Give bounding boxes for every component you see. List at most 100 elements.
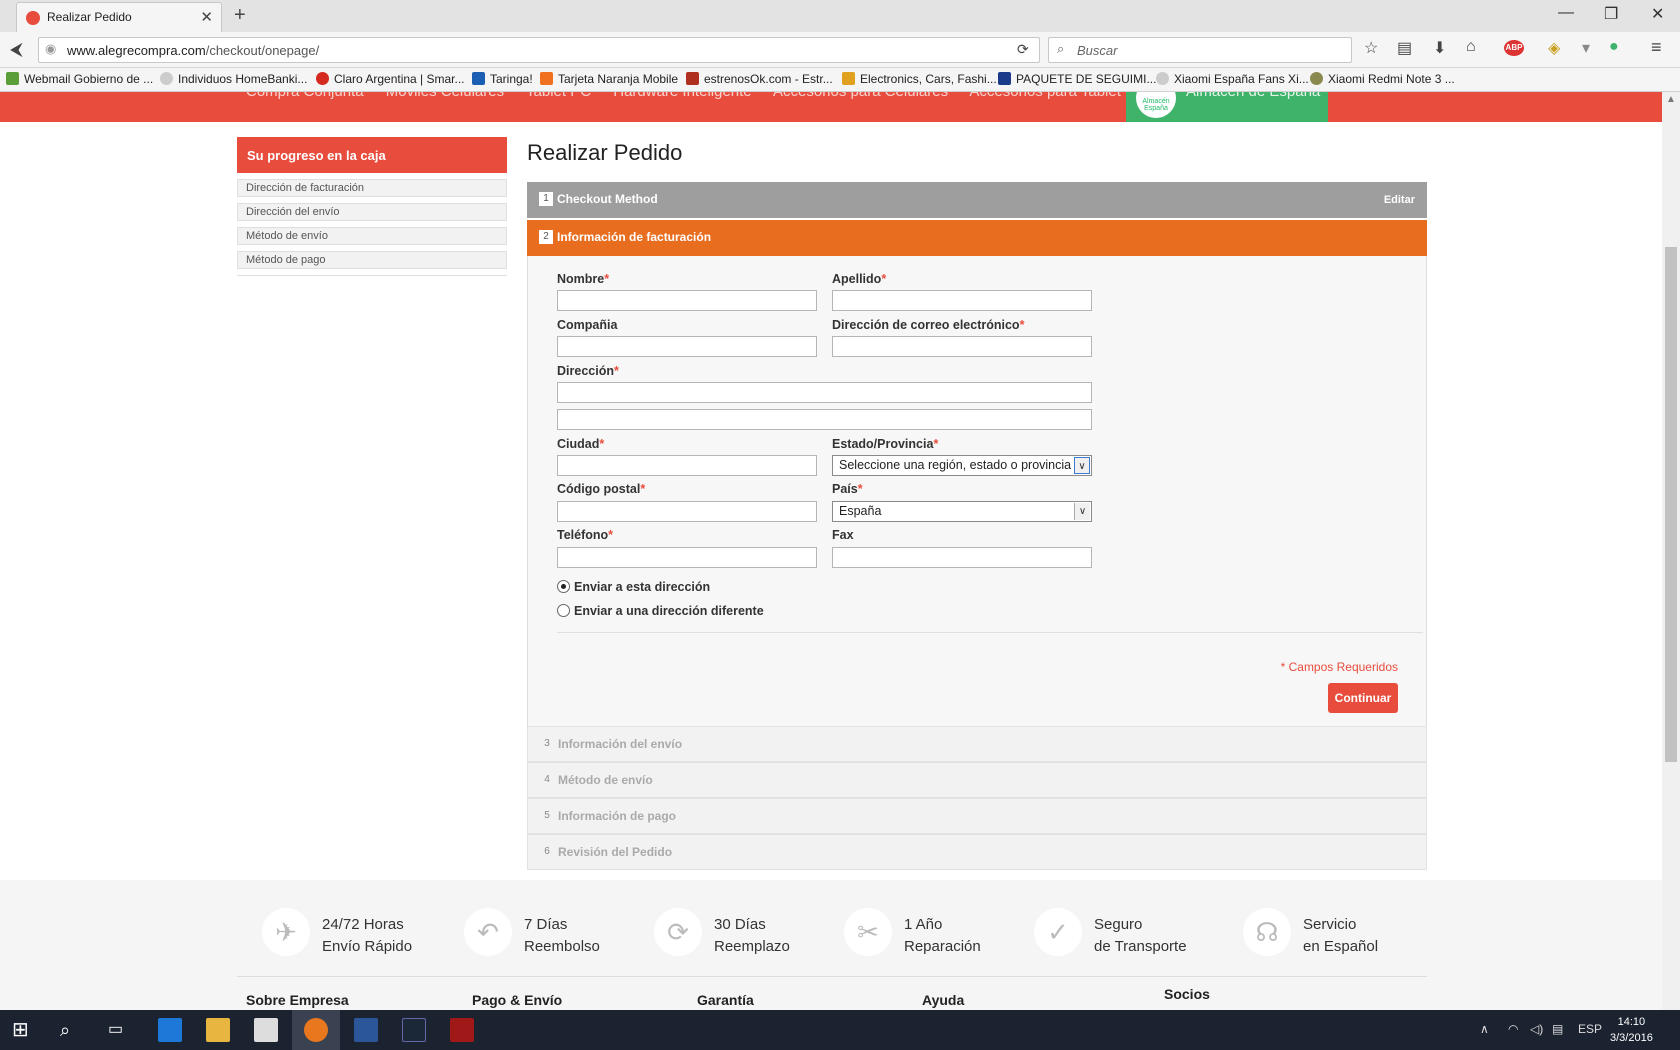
search-icon: ⌕ (1057, 41, 1065, 56)
radio-unselected[interactable] (557, 604, 570, 617)
file-explorer-icon[interactable] (206, 1018, 230, 1042)
bookmark-item[interactable]: Webmail Gobierno de ... (6, 72, 153, 86)
street-line1-input[interactable] (557, 382, 1092, 403)
region-select[interactable]: Seleccione una región, estado o provinci… (832, 455, 1092, 476)
reading-list-icon[interactable]: ▤ (1397, 38, 1412, 58)
notifications-icon[interactable]: ▤ (1552, 1022, 1563, 1036)
ship-same-address-option[interactable]: Enviar a esta dirección (557, 580, 710, 594)
browser-tab-active[interactable]: Realizar Pedido ✕ (16, 2, 222, 32)
field-label: Teléfono* (557, 528, 614, 542)
search-bar[interactable]: ⌕ Buscar (1048, 37, 1352, 63)
bookmark-item[interactable]: Tarjeta Naranja Mobile (540, 72, 678, 86)
firefox-icon[interactable] (304, 1018, 328, 1042)
home-icon[interactable]: ⌂ (1466, 38, 1476, 56)
progress-item: Método de pago (237, 251, 507, 269)
phone-input[interactable] (557, 547, 817, 568)
field-label: Ciudad* (557, 437, 605, 451)
postal-code-input[interactable] (557, 501, 817, 522)
extension-icon[interactable]: ◈ (1548, 38, 1560, 58)
step-shipping-method: 4 Método de envío (527, 762, 1427, 798)
field-label: Dirección* (557, 364, 619, 378)
footer-heading: Socios (1164, 986, 1210, 1002)
adblock-icon[interactable]: ABP (1504, 40, 1524, 56)
volume-icon[interactable]: ◁) (1530, 1022, 1543, 1036)
headset-icon: ☊ (1243, 908, 1291, 956)
step-payment-info: 5 Información de pago (527, 798, 1427, 834)
browser-navigation-bar: ⮜ ◉ www.alegrecompra.com/checkout/onepag… (0, 32, 1680, 68)
checkout-steps: 1 Checkout Method Editar 2 Información d… (527, 182, 1427, 870)
continue-button[interactable]: Continuar (1328, 683, 1398, 713)
step-checkout-method[interactable]: 1 Checkout Method Editar (527, 182, 1427, 218)
email-input[interactable] (832, 336, 1092, 357)
download-icon[interactable]: ⬇ (1433, 38, 1446, 58)
windows-taskbar: ⊞ ⌕ ▭ ∧ ◠ ◁) ▤ ESP 14:10 3/3/2016 (0, 1010, 1680, 1050)
bookmark-item[interactable]: Xiaomi España Fans Xi... (1156, 72, 1309, 86)
task-view-icon[interactable]: ▭ (108, 1018, 132, 1042)
plane-icon: ✈ (262, 908, 310, 956)
grammarly-icon[interactable]: ● (1609, 38, 1619, 56)
reload-icon[interactable]: ⟳ (1017, 41, 1029, 58)
chevron-down-icon: ∨ (1074, 457, 1090, 474)
step-label: Información de facturación (557, 230, 712, 244)
nav-item[interactable]: Tablet PC (526, 92, 591, 100)
ship-different-address-option[interactable]: Enviar a una dirección diferente (557, 604, 764, 618)
company-input[interactable] (557, 336, 817, 357)
close-tab-icon[interactable]: ✕ (200, 8, 213, 26)
almacen-logo: Almacén España (1136, 92, 1176, 118)
page-scrollbar[interactable]: ▲ (1662, 92, 1680, 1010)
system-clock[interactable]: 14:10 3/3/2016 (1610, 1014, 1653, 1046)
windows-start-icon[interactable]: ⊞ (12, 1018, 36, 1042)
region-select-value: Seleccione una región, estado o provinci… (839, 458, 1072, 472)
search-icon[interactable]: ⌕ (60, 1018, 84, 1042)
bookmark-item[interactable]: Electronics, Cars, Fashi... (842, 72, 997, 86)
word-icon[interactable] (354, 1018, 378, 1042)
bookmark-item[interactable]: estrenosOk.com - Estr... (686, 72, 833, 86)
tray-chevron-icon[interactable]: ∧ (1480, 1022, 1489, 1036)
nav-item[interactable]: Accesorios para Tablet PC (969, 92, 1145, 100)
bookmark-item[interactable]: Taringa! (472, 72, 533, 86)
extension-menu-icon[interactable]: ▾ (1582, 38, 1590, 58)
wifi-icon[interactable]: ◠ (1508, 1022, 1518, 1036)
progress-item: Método de envío (237, 227, 507, 245)
scroll-up-icon[interactable]: ▲ (1666, 94, 1676, 105)
minimize-icon[interactable]: — (1558, 4, 1574, 22)
nav-item[interactable]: Hardware Inteligente (613, 92, 751, 100)
bookmark-star-icon[interactable]: ☆ (1364, 38, 1378, 58)
back-icon[interactable]: ⮜ (10, 39, 23, 60)
store-icon[interactable] (254, 1018, 278, 1042)
radio-selected[interactable] (557, 580, 570, 593)
first-name-input[interactable] (557, 290, 817, 311)
tools-icon: ✂ (844, 908, 892, 956)
bookmark-item[interactable]: Xiaomi Redmi Note 3 ... (1310, 72, 1455, 86)
fax-input[interactable] (832, 547, 1092, 568)
edge-icon[interactable] (158, 1018, 182, 1042)
country-select[interactable]: España ∨ (832, 501, 1092, 522)
dota-icon[interactable] (450, 1018, 474, 1042)
return-arrow-icon: ↶ (464, 908, 512, 956)
street-line2-input[interactable] (557, 409, 1092, 430)
url-bar[interactable]: ◉ www.alegrecompra.com/checkout/onepage/… (38, 37, 1040, 63)
site-favicon-icon (26, 11, 40, 25)
scrollbar-thumb[interactable] (1665, 247, 1677, 762)
site-info-icon[interactable]: ◉ (45, 41, 56, 57)
menu-hamburger-icon[interactable]: ≡ (1651, 37, 1662, 58)
language-indicator[interactable]: ESP (1578, 1022, 1602, 1036)
new-tab-icon[interactable]: + (234, 4, 246, 27)
field-label: País* (832, 482, 863, 496)
close-window-icon[interactable]: ✕ (1651, 4, 1664, 24)
edit-link[interactable]: Editar (1384, 194, 1415, 206)
maximize-icon[interactable]: ❐ (1604, 4, 1618, 24)
field-label: Estado/Provincia* (832, 437, 939, 451)
bookmark-item[interactable]: Claro Argentina | Smar... (316, 72, 465, 86)
bookmark-item[interactable]: PAQUETE DE SEGUIMI... (998, 72, 1156, 86)
nav-item[interactable]: Compra Conjunta (246, 92, 364, 100)
nav-item[interactable]: Móviles Celulares (386, 92, 504, 100)
last-name-input[interactable] (832, 290, 1092, 311)
nav-item-almacen[interactable]: Almacén España Almacén de España (1126, 92, 1328, 122)
steam-icon[interactable] (402, 1018, 426, 1042)
refresh-icon: ⟳ (654, 908, 702, 956)
city-input[interactable] (557, 455, 817, 476)
bookmark-item[interactable]: Individuos HomeBanki... (160, 72, 307, 86)
nav-item[interactable]: Accesorios para Celulares (773, 92, 948, 100)
footer-heading: Sobre Empresa (246, 992, 349, 1008)
